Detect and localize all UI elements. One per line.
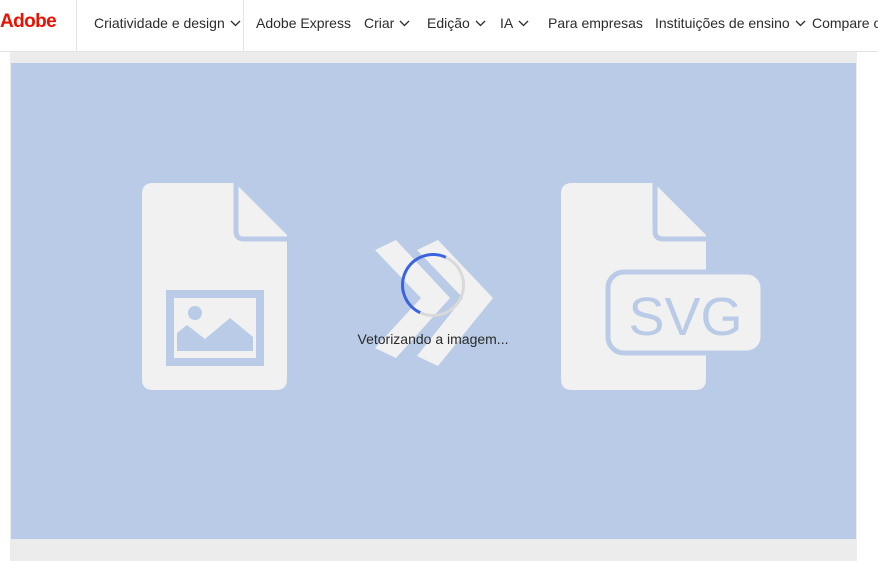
nav-item-label: IA [500, 15, 514, 31]
adobe-logo[interactable]: Adobe [0, 9, 57, 35]
nav-item-label: Adobe Express [256, 15, 351, 31]
image-file-icon [142, 183, 287, 390]
nav-item-label: Compare os [812, 15, 878, 31]
nav-item-compare-os[interactable]: Compare os [812, 13, 878, 33]
nav-item-adobe-express[interactable]: Adobe Express [256, 13, 351, 33]
nav-divider [76, 0, 77, 51]
nav-item-label: Instituições de ensino [655, 15, 790, 31]
chevron-down-icon [794, 18, 807, 28]
nav-item-label: Criatividade e design [94, 15, 225, 31]
chevron-down-icon [398, 18, 411, 28]
chevron-down-icon [229, 18, 242, 28]
chevron-down-icon [517, 18, 530, 28]
adobe-logo-text: Adobe [0, 11, 57, 32]
nav-item-criatividade-e-design[interactable]: Criatividade e design [94, 13, 242, 33]
nav-item-criar[interactable]: Criar [364, 13, 411, 33]
nav-item-label: Criar [364, 15, 395, 31]
top-navigation: Adobe Criatividade e design Adobe Expres… [0, 0, 878, 52]
chevron-down-icon [474, 18, 487, 28]
svg-badge-text: SVG [628, 287, 742, 347]
vectorizing-status: Vetorizando a imagem... [357, 331, 509, 347]
nav-item-ia[interactable]: IA [500, 13, 530, 33]
nav-item-edicao[interactable]: Edição [427, 13, 487, 33]
nav-divider [243, 0, 244, 51]
nav-item-para-empresas[interactable]: Para empresas [548, 13, 643, 33]
svg-file-icon: SVG [561, 183, 766, 390]
nav-item-label: Para empresas [548, 15, 643, 31]
vectorize-preview: SVG Vetorizando a imagem... [11, 63, 856, 539]
nav-item-instituicoes-de-ensino[interactable]: Instituições de ensino [655, 13, 807, 33]
nav-item-label: Edição [427, 15, 470, 31]
